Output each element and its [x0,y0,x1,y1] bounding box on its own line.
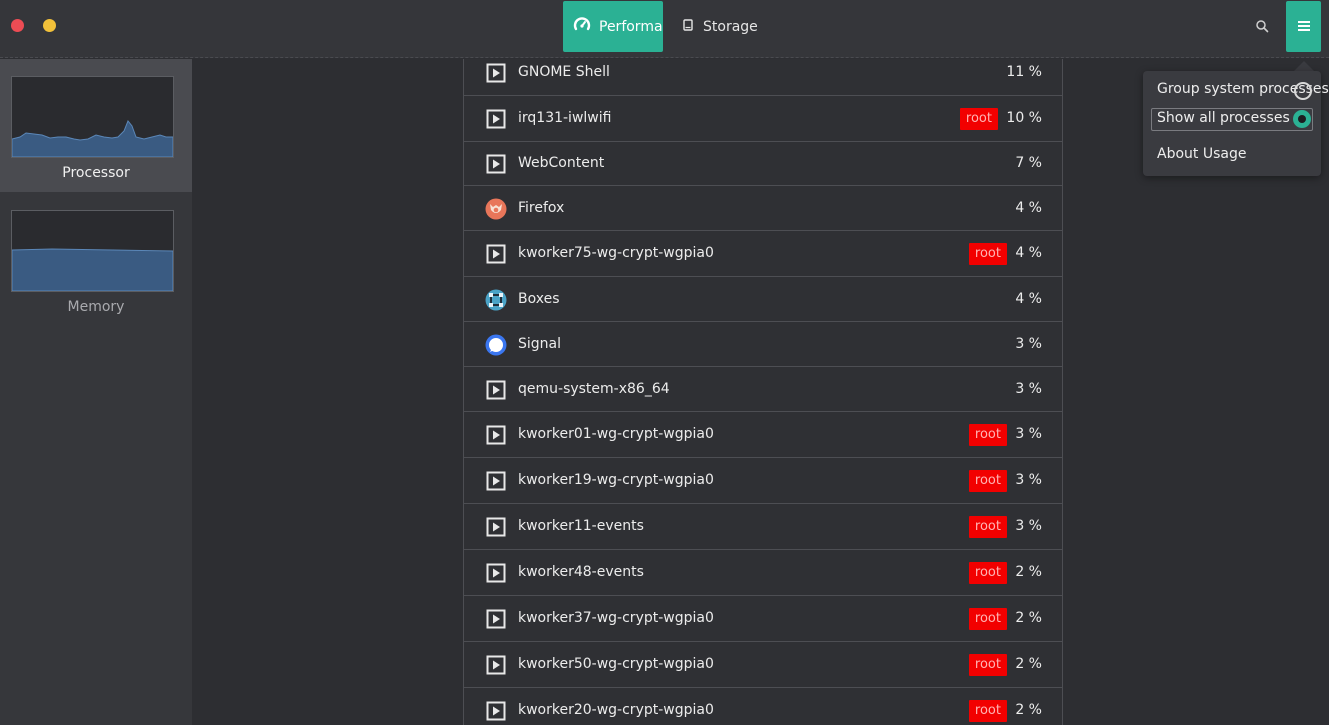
process-name: kworker20-wg-crypt-wgpia0 [518,702,714,718]
process-row[interactable]: kworker20-wg-crypt-wgpia0 2 % root [464,688,1062,725]
process-row[interactable]: WebContent 7 % [464,141,1062,186]
memory-graph [11,210,174,292]
drive-icon [681,18,695,36]
sidebar: Processor Memory [0,59,192,725]
process-cpu-percent: 2 % [1015,702,1042,718]
show-all-processes-label: Show all processes [1157,110,1290,126]
sidebar-item-memory[interactable]: Memory [0,192,192,322]
process-cpu-percent: 4 % [1015,291,1042,307]
process-row[interactable]: qemu-system-x86_64 3 % [464,367,1062,412]
process-name: kworker19-wg-crypt-wgpia0 [518,472,714,488]
terminal-icon [485,243,507,265]
terminal-icon [485,470,507,492]
process-row[interactable]: Boxes 4 % [464,277,1062,322]
tab-performance-label: Performa [599,18,663,35]
sidebar-item-label: Memory [67,299,125,315]
group-system-processes-radio[interactable] [1294,82,1312,100]
process-row[interactable]: kworker01-wg-crypt-wgpia0 3 % root [464,412,1062,458]
hamburger-menu-icon [1297,17,1311,36]
firefox-icon [485,198,507,220]
process-name: kworker01-wg-crypt-wgpia0 [518,426,714,442]
process-name: Boxes [518,291,560,307]
root-badge: root [968,654,1007,676]
process-list: GNOME Shell 11 % irq131-iwlwifi 10 % root Web… [463,59,1063,725]
process-cpu-percent: 4 % [1015,200,1042,216]
terminal-icon [485,562,507,584]
processor-graph [11,76,174,158]
process-name: Signal [518,336,562,352]
process-row[interactable]: kworker48-events 2 % root [464,550,1062,596]
terminal-icon [485,608,507,630]
show-all-processes-item[interactable]: Show all processes [1151,108,1313,131]
process-cpu-percent: 3 % [1015,336,1042,352]
tab-performance[interactable]: Performa [563,1,663,52]
process-row[interactable]: kworker19-wg-crypt-wgpia0 3 % root [464,458,1062,504]
process-cpu-percent: 10 % [1006,110,1042,126]
process-name: kworker48-events [518,564,644,580]
main-menu-popover: Group system processes Show all processe… [1143,71,1329,176]
root-badge: root [968,562,1007,584]
process-name: GNOME Shell [518,64,610,80]
process-name: WebContent [518,155,605,171]
about-usage-item[interactable]: About Usage [1157,146,1246,162]
terminal-icon [485,62,507,84]
root-badge: root [968,470,1007,492]
root-badge: root [968,608,1007,630]
process-row[interactable]: irq131-iwlwifi 10 % root [464,96,1062,142]
process-name: Firefox [518,200,565,216]
process-cpu-percent: 2 % [1015,564,1042,580]
terminal-icon [485,654,507,676]
process-name: irq131-iwlwifi [518,110,612,126]
process-row[interactable]: kworker37-wg-crypt-wgpia0 2 % root [464,596,1062,642]
popover-caret [1294,61,1314,71]
gauge-icon [573,16,591,38]
terminal-icon [485,700,507,722]
process-cpu-percent: 2 % [1015,610,1042,626]
process-name: kworker37-wg-crypt-wgpia0 [518,610,714,626]
process-name: qemu-system-x86_64 [518,381,670,397]
process-cpu-percent: 2 % [1015,656,1042,672]
process-row[interactable]: kworker50-wg-crypt-wgpia0 2 % root [464,642,1062,688]
process-row[interactable]: kworker75-wg-crypt-wgpia0 4 % root [464,231,1062,277]
process-cpu-percent: 3 % [1015,381,1042,397]
terminal-icon [485,108,507,130]
root-badge: root [968,700,1007,722]
process-row[interactable]: kworker11-events 3 % root [464,504,1062,550]
process-cpu-percent: 11 % [1006,64,1042,80]
process-cpu-percent: 4 % [1015,245,1042,261]
process-cpu-percent: 3 % [1015,426,1042,442]
terminal-icon [485,153,507,175]
boxes-icon [485,289,507,311]
sidebar-item-processor[interactable]: Processor [0,59,192,192]
sidebar-item-label: Processor [62,165,130,181]
root-badge: root [968,424,1007,446]
process-name: kworker11-events [518,518,644,534]
show-all-processes-radio[interactable] [1293,110,1311,128]
process-row[interactable]: GNOME Shell 11 % [464,59,1062,96]
process-cpu-percent: 7 % [1015,155,1042,171]
process-row[interactable]: Signal 3 % [464,322,1062,367]
terminal-icon [485,424,507,446]
root-badge: root [959,108,998,130]
root-badge: root [968,516,1007,538]
root-badge: root [968,243,1007,265]
process-name: kworker50-wg-crypt-wgpia0 [518,656,714,672]
process-name: kworker75-wg-crypt-wgpia0 [518,245,714,261]
search-icon [1255,18,1269,37]
main-menu-button[interactable] [1286,1,1321,52]
process-row[interactable]: Firefox 4 % [464,186,1062,231]
terminal-icon [485,516,507,538]
window-minimize-button[interactable] [43,19,56,32]
terminal-icon [485,379,507,401]
process-cpu-percent: 3 % [1015,472,1042,488]
window-close-button[interactable] [11,19,24,32]
process-cpu-percent: 3 % [1015,518,1042,534]
tab-storage-label: Storage [703,18,758,35]
tab-storage[interactable]: Storage [671,1,768,52]
header-bar: Performa Storage [0,0,1329,58]
search-button[interactable] [1250,15,1274,39]
signal-icon [485,334,507,356]
